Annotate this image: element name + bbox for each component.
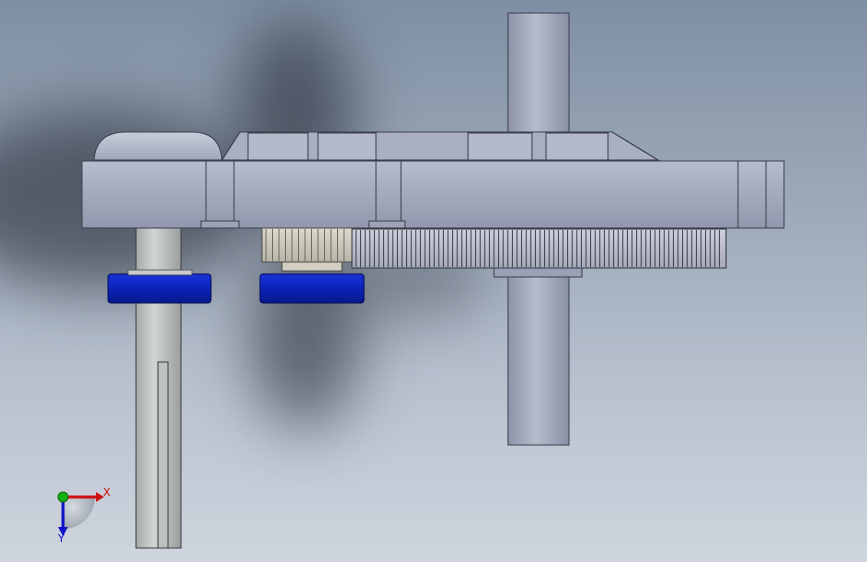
housing-top-ribs[interactable] xyxy=(221,131,660,161)
gearbox-housing[interactable] xyxy=(81,160,785,229)
pinion-gear[interactable] xyxy=(261,227,355,272)
washer-left[interactable] xyxy=(107,269,212,304)
output-gear[interactable] xyxy=(351,228,727,269)
x-axis-label: X xyxy=(103,486,111,499)
cad-model[interactable] xyxy=(0,0,867,562)
coordinate-triad xyxy=(57,491,104,536)
y-axis-indicator xyxy=(57,491,69,503)
y-axis-label: Y xyxy=(58,532,65,545)
triad-plane-indicator xyxy=(63,497,95,529)
washer-right[interactable] xyxy=(259,273,365,304)
graphics-viewport[interactable]: X Y xyxy=(0,0,867,562)
dome-cap[interactable] xyxy=(93,131,223,161)
